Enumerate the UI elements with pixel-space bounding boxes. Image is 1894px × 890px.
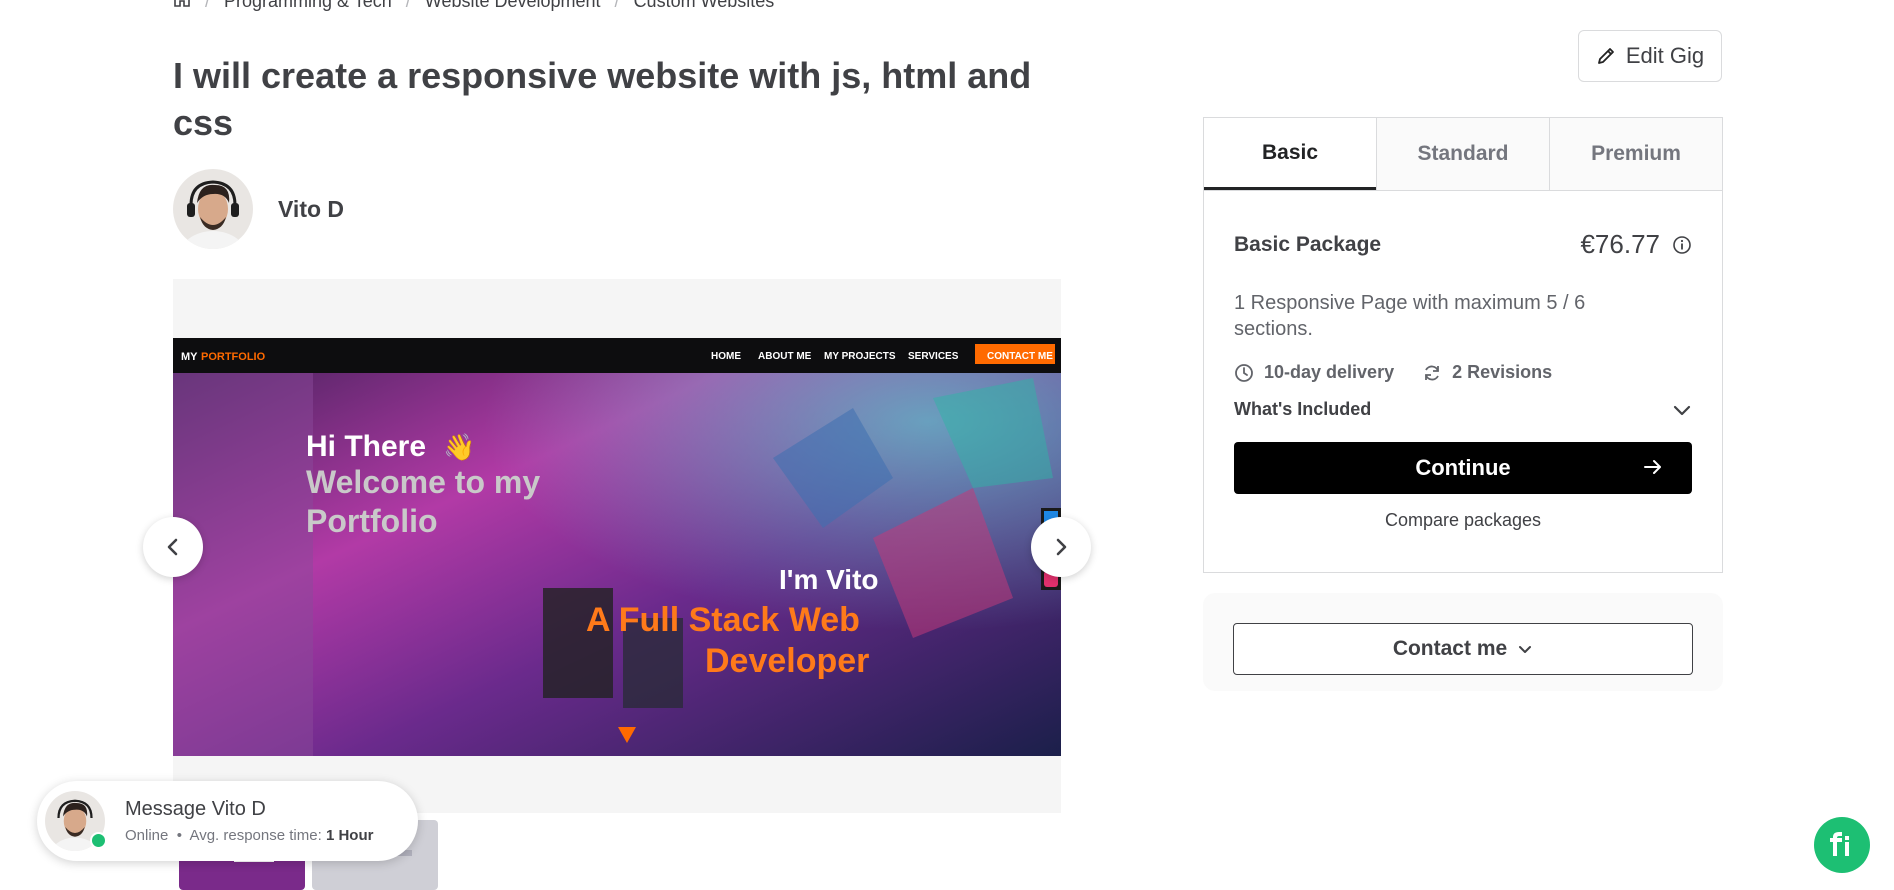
package-name: Basic Package (1234, 232, 1382, 256)
chevron-down-icon (1519, 646, 1532, 653)
slide-nav-link: ABOUT ME (758, 351, 812, 362)
contact-me-label: Contact me (1392, 637, 1508, 660)
breadcrumb-item[interactable]: Programming & Tech (224, 0, 392, 12)
slide-hi: Hi There (306, 430, 426, 463)
gallery-prev-button[interactable] (143, 517, 203, 577)
edit-gig-button[interactable]: Edit Gig (1578, 30, 1722, 82)
delivery-time: 10-day delivery (1234, 362, 1394, 383)
seller-info: Vito D (173, 169, 344, 249)
slide-logo-a: MY (181, 351, 198, 363)
package-price: €76.77 (1580, 229, 1660, 259)
compare-packages-link[interactable]: Compare packages (1234, 510, 1692, 531)
slide-im: I'm Vito (779, 564, 879, 595)
status-separator: • (172, 827, 187, 844)
delivery-label: 10-day delivery (1264, 362, 1395, 382)
tab-standard[interactable]: Standard (1376, 118, 1549, 190)
seller-name[interactable]: Vito D (278, 196, 344, 223)
package-description: 1 Responsive Page with maximum 5 / 6 sec… (1234, 292, 1586, 340)
fiverr-logo-icon (1830, 832, 1849, 856)
breadcrumb-item[interactable]: Website Development (425, 0, 601, 12)
gig-gallery: MY PORTFOLIO HOME ABOUT ME MY PROJECTS S… (173, 279, 1061, 813)
breadcrumb-item[interactable]: Custom Websites (634, 0, 775, 12)
pencil-icon (1597, 48, 1614, 64)
slide-nav-link: HOME (711, 351, 741, 362)
tab-premium[interactable]: Premium (1549, 118, 1722, 190)
response-time-value: 1 Hour (325, 827, 374, 844)
whats-included-toggle[interactable]: What's Included (1234, 399, 1692, 420)
breadcrumb-separator: / (614, 0, 620, 11)
tab-basic[interactable]: Basic (1204, 118, 1376, 190)
slide-welcome-2: Portfolio (306, 503, 438, 539)
slide-nav-link: SERVICES (908, 351, 959, 362)
fiverr-logo-button[interactable] (1814, 817, 1870, 873)
contact-section: Contact me (1203, 593, 1723, 691)
breadcrumb: / Programming & Tech / Website Developme… (173, 0, 774, 13)
chevron-down-icon (1673, 405, 1691, 415)
breadcrumb-separator: / (205, 0, 211, 11)
revisions: 2 Revisions (1422, 362, 1552, 383)
contact-me-button[interactable]: Contact me (1233, 623, 1693, 675)
clock-icon (1235, 363, 1253, 382)
arrow-right-icon (1644, 460, 1661, 474)
chevron-right-icon (1056, 538, 1067, 556)
message-seller-widget[interactable]: Message Vito D Online • Avg. response ti… (37, 781, 418, 861)
message-status-line: Online • Avg. response time: 1 Hour (125, 827, 373, 844)
revisions-label: 2 Revisions (1452, 362, 1553, 382)
avatar (45, 791, 107, 851)
page-title: I will create a responsive website with … (173, 55, 1032, 143)
response-time-label: Avg. response time: (189, 827, 322, 844)
slide-logo-b: PORTFOLIO (201, 351, 266, 363)
gallery-slide[interactable]: MY PORTFOLIO HOME ABOUT ME MY PROJECTS S… (173, 338, 1061, 756)
package-tabs: Basic Standard Premium (1204, 118, 1722, 191)
whats-included-label: What's Included (1234, 399, 1372, 419)
slide-welcome-1: Welcome to my (306, 464, 540, 500)
home-icon[interactable] (173, 0, 191, 13)
continue-label: Continue (1415, 455, 1511, 480)
chevron-left-icon (167, 538, 178, 556)
refresh-icon (1425, 365, 1439, 380)
online-status-dot (90, 832, 107, 849)
edit-gig-label: Edit Gig (1625, 43, 1705, 68)
breadcrumb-separator: / (405, 0, 411, 11)
slide-nav-link: MY PROJECTS (824, 351, 896, 362)
wave-icon: 👋 (443, 432, 475, 463)
slide-role-2: Developer (705, 642, 869, 680)
package-card: Basic Standard Premium Basic Package €76… (1203, 117, 1723, 573)
gallery-next-button[interactable] (1031, 517, 1091, 577)
info-icon[interactable] (1672, 235, 1692, 255)
message-title: Message Vito D (125, 798, 266, 820)
slide-role-1: A Full Stack Web (586, 601, 860, 639)
package-price-wrap: €76.77 (1580, 229, 1692, 260)
slide-nav-cta: CONTACT ME (987, 351, 1053, 362)
online-status: Online (125, 827, 169, 844)
continue-button[interactable]: Continue (1234, 442, 1692, 494)
avatar[interactable] (173, 169, 253, 249)
